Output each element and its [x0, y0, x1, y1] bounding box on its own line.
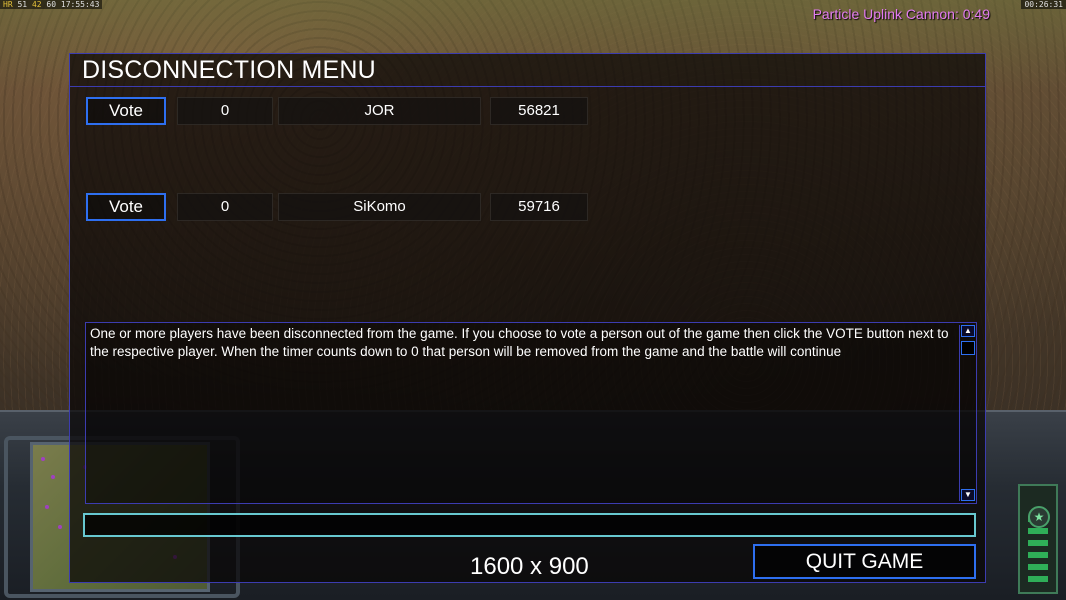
fps-value-b: 42: [31, 0, 42, 9]
title-divider: [70, 86, 985, 87]
message-box: One or more players have been disconnect…: [85, 322, 977, 504]
minimap-unit: [41, 457, 45, 461]
fps-value-a: 51: [17, 0, 28, 9]
chat-input[interactable]: [83, 513, 976, 537]
vote-count: 0: [177, 193, 273, 221]
player-name: JOR: [278, 97, 481, 125]
minimap-unit: [51, 475, 55, 479]
resolution-label: 1600 x 900: [470, 553, 589, 580]
vote-button[interactable]: Vote: [86, 97, 166, 125]
vote-button[interactable]: Vote: [86, 193, 166, 221]
minimap-unit: [58, 525, 62, 529]
fps-value-c: 60: [46, 0, 57, 9]
scroll-down-icon[interactable]: ▼: [961, 489, 975, 501]
superweapon-timer: Particle Uplink Cannon: 0:49: [812, 6, 990, 22]
general-star-icon[interactable]: ★: [1028, 506, 1050, 528]
message-scrollbar[interactable]: ▲ ▼: [959, 325, 975, 501]
menu-title: DISCONNECTION MENU: [82, 56, 376, 84]
system-clock: 17:55:43: [60, 0, 100, 9]
scroll-up-icon[interactable]: ▲: [961, 325, 975, 337]
player-ping: 56821: [490, 97, 588, 125]
fps-prefix: HR: [3, 0, 13, 9]
scroll-thumb[interactable]: [961, 341, 975, 355]
power-meter: [1018, 484, 1058, 594]
game-time: 00:26:31: [1021, 0, 1066, 9]
player-name: SiKomo: [278, 193, 481, 221]
vote-count: 0: [177, 97, 273, 125]
player-ping: 59716: [490, 193, 588, 221]
minimap-unit: [45, 505, 49, 509]
fps-counter: HR 51 42 60 17:55:43: [0, 0, 103, 9]
disconnect-message: One or more players have been disconnect…: [90, 326, 949, 359]
quit-game-button[interactable]: QUIT GAME: [753, 544, 976, 579]
disconnection-menu: DISCONNECTION MENU Vote 0 JOR 56821 Vote…: [69, 53, 986, 583]
